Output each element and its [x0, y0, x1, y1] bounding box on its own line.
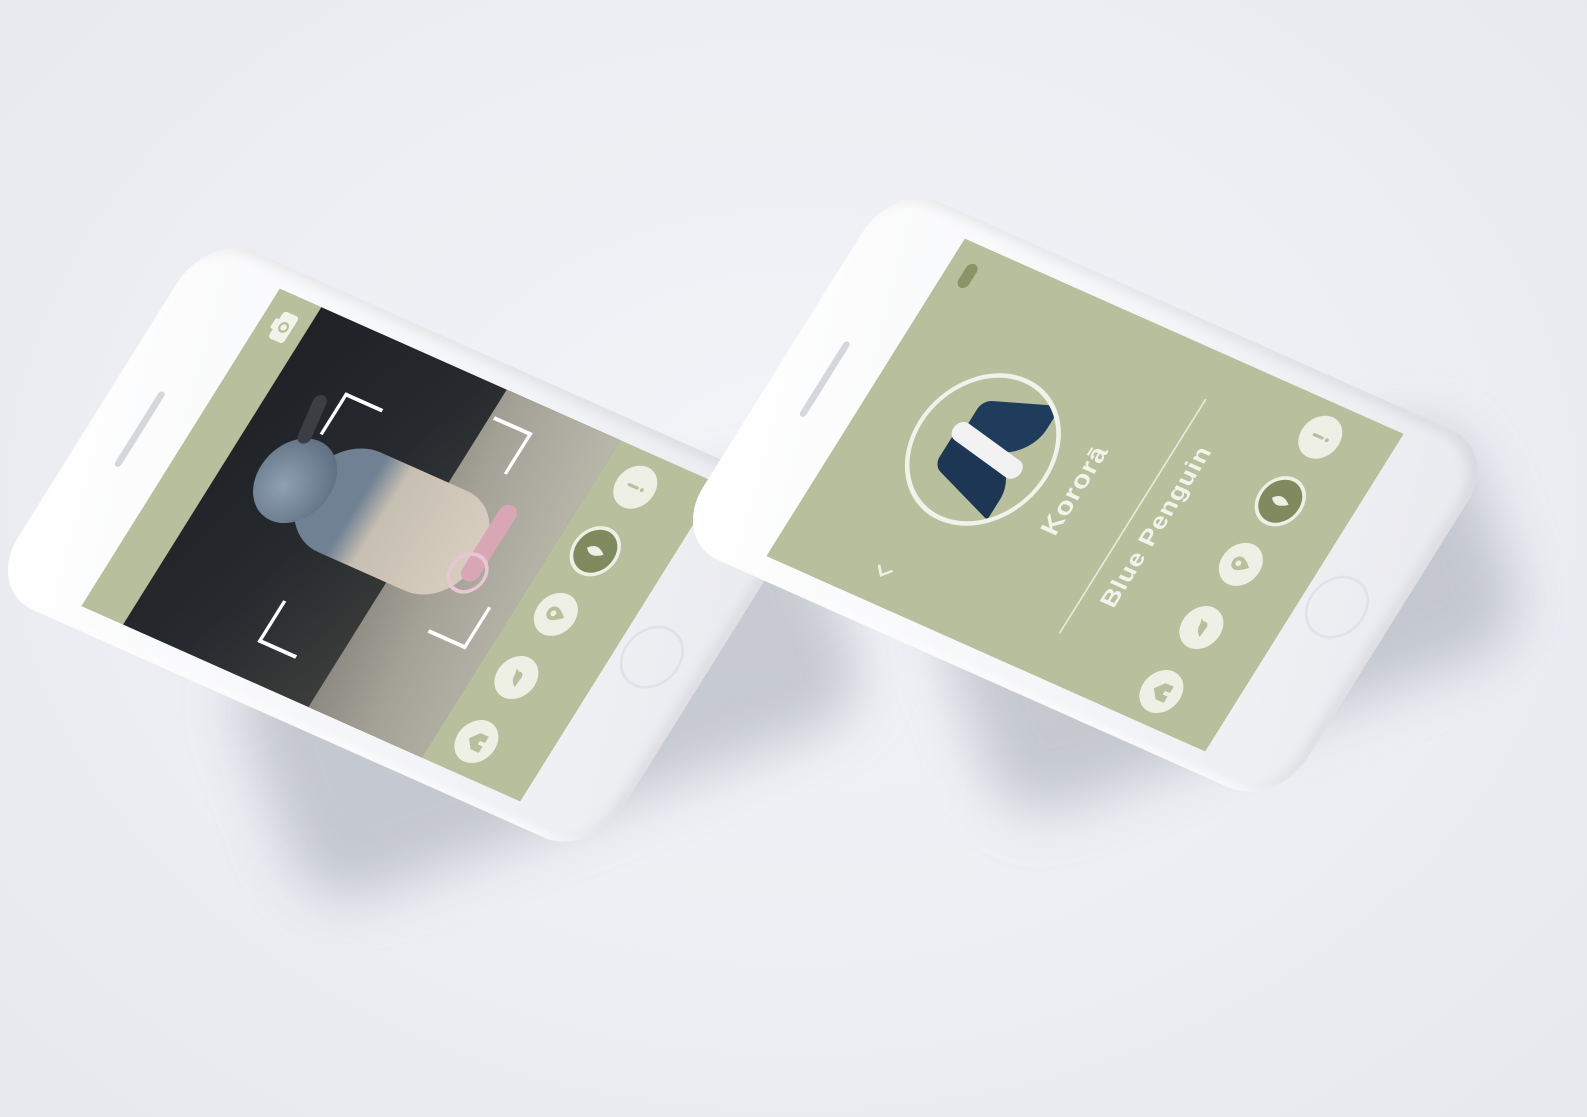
nav-item-home[interactable] — [442, 708, 515, 778]
penguin-silhouette-icon — [1170, 599, 1232, 656]
penguin-photo-beak — [295, 393, 330, 445]
nav-item-map[interactable] — [1207, 531, 1280, 601]
mockup-scene: Kororā Blue Penguin — [0, 0, 1587, 1117]
home-icon — [1130, 663, 1193, 720]
nav-item-species[interactable] — [482, 644, 555, 714]
leaf-icon — [1249, 472, 1312, 529]
nav-item-map[interactable] — [522, 581, 595, 651]
nav-item-habitat[interactable] — [561, 517, 634, 587]
nav-item-info[interactable] — [601, 454, 674, 524]
info-icon — [1289, 409, 1351, 466]
map-pin-icon — [1210, 536, 1272, 593]
map-pin-icon — [525, 586, 587, 643]
nav-item-info[interactable] — [1286, 404, 1359, 474]
info-screen: Kororā Blue Penguin — [766, 238, 1404, 752]
camera-icon[interactable] — [263, 308, 300, 345]
speaker-grille — [113, 390, 167, 468]
leaf-icon — [564, 522, 627, 579]
speaker-grille — [798, 340, 852, 418]
scan-screen — [81, 288, 719, 802]
nav-item-home[interactable] — [1127, 658, 1200, 728]
home-icon — [445, 713, 508, 770]
back-arrow-icon[interactable] — [870, 558, 898, 584]
nav-item-habitat[interactable] — [1246, 467, 1319, 537]
scan-frame-corner-top-right — [319, 392, 384, 451]
status-badge[interactable] — [955, 261, 981, 290]
scan-frame-corner-top-left — [257, 600, 322, 659]
info-icon — [604, 459, 666, 516]
penguin-silhouette-icon — [485, 649, 547, 706]
nav-item-species[interactable] — [1167, 594, 1240, 664]
